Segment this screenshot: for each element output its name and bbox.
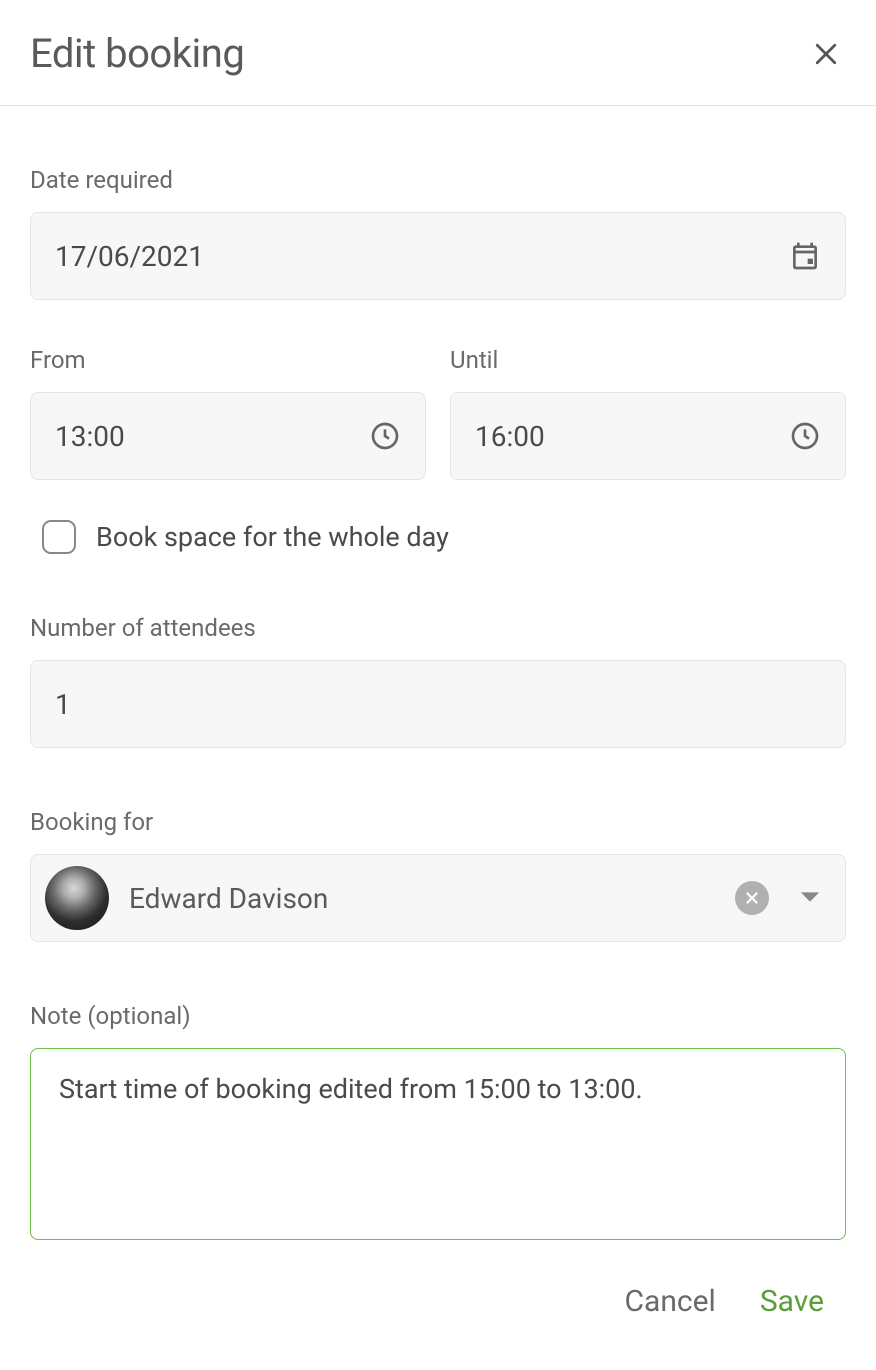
whole-day-label: Book space for the whole day	[96, 521, 449, 553]
until-time-value: 16:00	[475, 420, 789, 453]
date-required-input[interactable]: 17/06/2021	[30, 212, 846, 300]
dialog-footer: Cancel Save	[30, 1244, 846, 1319]
date-required-label: Date required	[30, 166, 846, 194]
until-time-input[interactable]: 16:00	[450, 392, 846, 480]
save-button[interactable]: Save	[760, 1284, 824, 1319]
booking-for-label: Booking for	[30, 808, 846, 836]
note-textarea[interactable]	[30, 1048, 846, 1240]
from-time-input[interactable]: 13:00	[30, 392, 426, 480]
booking-for-select[interactable]: Edward Davison	[30, 854, 846, 942]
dialog-header: Edit booking	[0, 0, 876, 106]
dialog-title: Edit booking	[30, 30, 244, 77]
date-required-value: 17/06/2021	[55, 240, 789, 273]
dialog-body: Date required 17/06/2021 From 13:00	[0, 106, 876, 1349]
from-label: From	[30, 346, 426, 374]
close-icon	[811, 39, 841, 69]
attendees-label: Number of attendees	[30, 614, 846, 642]
dropdown-arrow[interactable]	[799, 889, 821, 908]
cancel-button[interactable]: Cancel	[625, 1284, 716, 1319]
booking-for-name: Edward Davison	[129, 882, 715, 915]
until-label: Until	[450, 346, 846, 374]
note-label: Note (optional)	[30, 1002, 846, 1030]
calendar-icon	[789, 240, 821, 272]
avatar	[45, 866, 109, 930]
close-button[interactable]	[806, 34, 846, 74]
chevron-down-icon	[799, 890, 821, 904]
attendees-value: 1	[55, 688, 821, 721]
clear-selection-button[interactable]	[735, 881, 769, 915]
whole-day-checkbox[interactable]	[42, 520, 76, 554]
clock-icon	[789, 420, 821, 452]
from-time-value: 13:00	[55, 420, 369, 453]
whole-day-row: Book space for the whole day	[30, 520, 846, 554]
attendees-input[interactable]: 1	[30, 660, 846, 748]
clear-icon	[743, 889, 761, 907]
clock-icon	[369, 420, 401, 452]
